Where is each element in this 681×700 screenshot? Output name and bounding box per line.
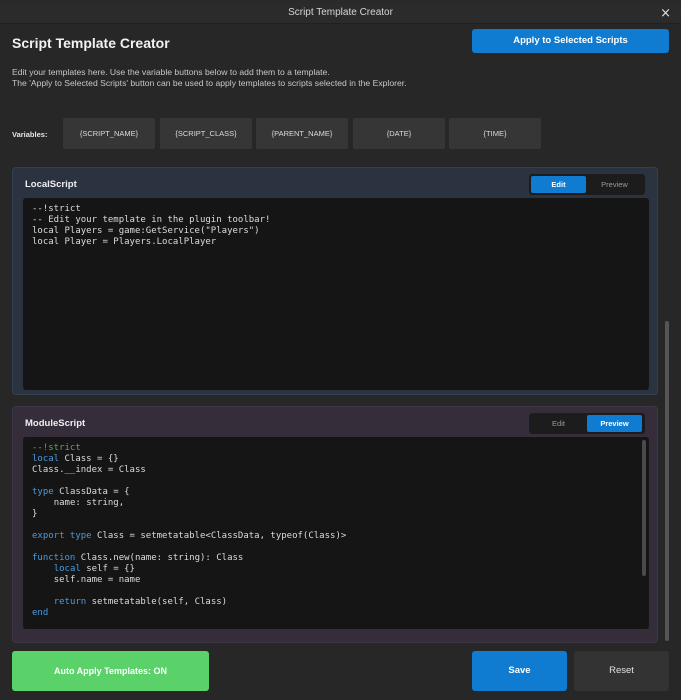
code-preview: --!strict local Class = {} Class.__index =…	[23, 437, 649, 629]
apply-to-selected-button[interactable]: Apply to Selected Scripts	[472, 29, 669, 53]
page-title: Script Template Creator	[12, 35, 170, 51]
code-line: end	[32, 608, 49, 618]
code-line: --!strict	[32, 443, 81, 453]
auto-apply-toggle-button[interactable]: Auto Apply Templates: ON	[12, 651, 209, 691]
code-line: -- Edit your template in the plugin tool…	[32, 215, 271, 225]
window-scrollbar[interactable]	[665, 321, 669, 641]
mode-toggle: Edit Preview	[529, 174, 645, 195]
panel-label: ModuleScript	[25, 418, 86, 429]
code-line: return setmetatable(self, Class)	[53, 597, 228, 607]
variable-button-date[interactable]: {DATE}	[353, 118, 445, 149]
description-line: Edit your templates here. Use the variab…	[12, 67, 330, 77]
editor-scrollbar[interactable]	[642, 440, 646, 576]
window-title: Script Template Creator	[288, 7, 393, 18]
code-text: --!strict local Class = {} Class.__index =…	[32, 443, 346, 629]
description: Edit your templates here. Use the variab…	[12, 67, 407, 89]
localscript-panel: LocalScript Edit Preview --!strict -- Edi…	[12, 167, 658, 395]
code-line: self.name = name	[53, 575, 141, 585]
code-line: local Player = Players.LocalPlayer	[32, 237, 217, 247]
reset-button[interactable]: Reset	[574, 651, 669, 691]
variable-button-parent-name[interactable]: {PARENT_NAME}	[256, 118, 348, 149]
variable-button-script-class[interactable]: {SCRIPT_CLASS}	[160, 118, 252, 149]
preview-tab[interactable]: Preview	[587, 415, 642, 432]
panel-label: LocalScript	[25, 179, 77, 190]
code-line: export type Class = setmetatable<ClassDa…	[32, 531, 347, 541]
code-line: }	[32, 509, 38, 519]
code-line: function Class.new(name: string): Class	[32, 553, 244, 563]
plugin-window: Script Template Creator Apply to Selecte…	[0, 24, 681, 700]
code-line: local Players = game:GetService("Players…	[32, 226, 260, 236]
edit-tab[interactable]: Edit	[531, 415, 586, 432]
code-line: Class.__index = Class	[32, 465, 146, 475]
code-line: local Class = {}	[32, 454, 119, 464]
window-titlebar: Script Template Creator ×	[0, 4, 681, 24]
variable-button-script-name[interactable]: {SCRIPT_NAME}	[63, 118, 155, 149]
modulescript-panel: ModuleScript Edit Preview --!strict local…	[12, 406, 658, 643]
code-editor[interactable]: --!strict -- Edit your template in the pl…	[23, 198, 649, 390]
code-line: local self = {}	[53, 564, 135, 574]
edit-tab[interactable]: Edit	[531, 176, 586, 193]
variable-button-time[interactable]: {TIME}	[449, 118, 541, 149]
code-line: --!strict	[32, 204, 81, 214]
variables-label: Variables:	[12, 130, 48, 139]
code-line: type ClassData = {	[32, 487, 130, 497]
save-button[interactable]: Save	[472, 651, 567, 691]
close-icon[interactable]: ×	[660, 6, 671, 21]
mode-toggle: Edit Preview	[529, 413, 645, 434]
code-text: --!strict -- Edit your template in the pl…	[32, 204, 270, 248]
preview-tab[interactable]: Preview	[587, 176, 642, 193]
description-line: The 'Apply to Selected Scripts' button c…	[12, 78, 407, 88]
code-line: name: string,	[53, 498, 125, 508]
